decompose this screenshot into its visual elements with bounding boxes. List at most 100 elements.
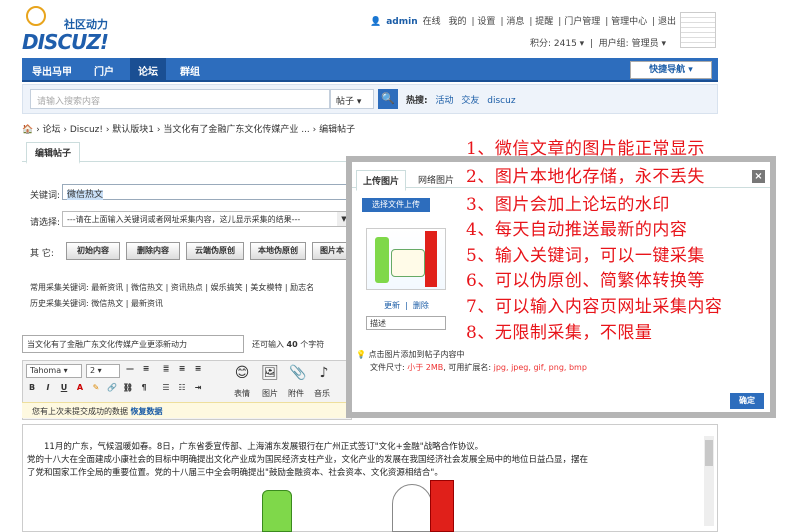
search-button[interactable]: 🔍: [378, 89, 398, 109]
emoji-icon[interactable]: 😊: [232, 365, 252, 385]
restore-notice: 您有上次未提交成功的数据 恢复数据: [22, 402, 352, 418]
messages-link[interactable]: 消息: [506, 17, 524, 27]
keyword-input[interactable]: 微信热文: [62, 184, 352, 200]
nav-item-group[interactable]: 群组: [180, 63, 200, 78]
list-icon[interactable]: ☰: [160, 383, 172, 395]
restore-link[interactable]: 恢复数据: [131, 407, 163, 416]
subject-input[interactable]: 当文化有了金融广东文化传媒产业更添新动力: [22, 335, 244, 353]
common-keyword-links[interactable]: 最新资讯 | 微信热文 | 资讯热点 | 娱乐搞笑 | 美女模特 | 励志名: [91, 283, 314, 292]
image-icon[interactable]: 🖼: [260, 365, 280, 385]
align-center-icon[interactable]: ≡: [176, 364, 188, 376]
search-icon: 🔍: [381, 92, 395, 105]
admin-center-link[interactable]: 管理中心: [611, 17, 647, 27]
char-count: 还可输入 40 个字符: [252, 340, 325, 349]
local-rewrite-button[interactable]: 本地伪原创: [250, 242, 306, 260]
hot-link[interactable]: 交友: [461, 96, 479, 106]
uploaded-image-thumbnail[interactable]: [366, 228, 446, 290]
image-actions: 更新 | 删除: [384, 301, 429, 310]
breadcrumb: 🏠 › 论坛 › Discuz! › 默认版块1 › 当文化有了金融广东文化传媒…: [22, 125, 356, 135]
search-scope-select[interactable]: 帖子 ▾: [330, 89, 374, 109]
hr-icon[interactable]: —: [124, 364, 136, 376]
history-keywords: 历史采集关键词: 微信热文 | 最新资讯: [30, 299, 164, 308]
home-icon[interactable]: 🏠: [22, 125, 33, 135]
reminders-link[interactable]: 提醒: [535, 17, 553, 27]
nav-item-portal[interactable]: 门户: [94, 63, 114, 78]
hot-search: 热搜: 活动 交友 discuz: [406, 96, 516, 106]
tab-edit-post[interactable]: 编辑帖子: [26, 142, 81, 164]
user-icon: 👤: [370, 17, 382, 27]
result-select[interactable]: ---请在上面输入关键词或者网址采集内容，这儿显示采集的结果--- ▼: [62, 211, 352, 227]
content-paragraph: 11月的广东，气候温暖如春。8日，广东省委宣传部、上海浦东发展银行在广州正式签订…: [44, 442, 484, 452]
align-justify-icon[interactable]: ≣: [160, 364, 172, 376]
cloud-rewrite-button[interactable]: 云端伪原创: [186, 242, 244, 260]
feature-line: 3、图片会加上论坛的水印: [466, 195, 670, 215]
format-icon[interactable]: ¶: [138, 383, 150, 395]
portal-admin-link[interactable]: 门户管理: [564, 17, 600, 27]
music-icon[interactable]: ♪: [314, 365, 334, 385]
align-right-icon[interactable]: ≡: [192, 364, 204, 376]
content-paragraph: 了党和国家工作全局的重要位置。党的十八届三中全会明确提出"鼓励金融资本、社会资本…: [27, 468, 443, 478]
link-icon[interactable]: 🔗: [106, 383, 118, 395]
unlink-icon[interactable]: ⛓: [122, 383, 134, 395]
image-label: 图片: [262, 389, 278, 398]
align-left-icon[interactable]: ≡: [140, 364, 152, 376]
logout-link[interactable]: 退出: [658, 17, 676, 27]
search-input[interactable]: 请输入搜索内容: [30, 89, 330, 109]
settings-link[interactable]: 设置: [477, 17, 495, 27]
usergroup-link[interactable]: 用户组: 管理员: [599, 39, 659, 49]
attachment-icon[interactable]: 📎: [288, 365, 308, 385]
mascot-white-image: [392, 484, 432, 532]
logo[interactable]: DISCUZ!: [22, 30, 109, 54]
delete-link[interactable]: 删除: [413, 301, 429, 310]
hot-link[interactable]: discuz: [487, 96, 515, 106]
bg-color-icon[interactable]: ✎: [90, 383, 102, 395]
other-label: 其 它:: [30, 249, 54, 259]
content-paragraph: 党的十八大在全面建成小康社会的目标中明确提出文化产业成为国民经济支柱产业，文化产…: [27, 455, 589, 465]
common-keywords: 常用采集关键词: 最新资讯 | 微信热文 | 资讯热点 | 娱乐搞笑 | 美女模…: [30, 283, 315, 292]
mascot-red-image: [430, 480, 454, 532]
hot-link[interactable]: 活动: [435, 96, 453, 106]
init-content-button[interactable]: 初始内容: [66, 242, 120, 260]
close-icon[interactable]: ×: [752, 170, 765, 183]
attachment-label: 附件: [288, 389, 304, 398]
ordered-list-icon[interactable]: ☷: [176, 383, 188, 395]
my-link[interactable]: 我的: [449, 17, 467, 27]
italic-icon[interactable]: I: [42, 383, 54, 395]
username-link[interactable]: admin: [386, 17, 417, 27]
feature-line: 4、每天自动推送最新的内容: [466, 220, 688, 240]
nav-item-export[interactable]: 导出马甲: [32, 63, 72, 78]
avatar[interactable]: [680, 12, 716, 48]
logo-bulb-icon: [26, 6, 46, 26]
font-select[interactable]: Tahoma ▾: [26, 364, 82, 378]
font-color-icon[interactable]: A: [74, 383, 86, 395]
size-select[interactable]: 2 ▾: [86, 364, 120, 378]
update-link[interactable]: 更新: [384, 301, 400, 310]
scrollbar[interactable]: [704, 436, 714, 526]
tab-upload-image[interactable]: 上传图片: [356, 170, 407, 191]
tab-web-image[interactable]: 网络图片: [412, 170, 460, 189]
upload-file-button[interactable]: 选择文件上传: [362, 198, 430, 212]
delete-content-button[interactable]: 删除内容: [126, 242, 180, 260]
music-label: 音乐: [314, 389, 330, 398]
user-stats: 积分: 2415 ▾ | 用户组: 管理员 ▾: [530, 39, 666, 49]
description-input[interactable]: 描述: [366, 316, 446, 330]
user-toolbar: 👤 admin 在线 我的 | 设置 | 消息 | 提醒 | 门户管理 | 管理中心 | 退出: [370, 17, 677, 27]
history-keyword-links[interactable]: 微信热文 | 最新资讯: [91, 299, 163, 308]
feature-line: 2、图片本地化存储，永不丢失: [466, 167, 705, 187]
feature-line: 6、可以伪原创、简繁体转换等: [466, 271, 705, 291]
main-nav: 导出马甲 门户 论坛 群组: [22, 58, 718, 82]
underline-icon[interactable]: U: [58, 383, 70, 395]
bold-icon[interactable]: B: [26, 383, 38, 395]
feature-line: 7、可以输入内容页网址采集内容: [466, 297, 723, 317]
file-limits: 文件尺寸: 小于 2MB, 可用扩展名: jpg, jpeg, gif, png…: [370, 363, 587, 372]
emoji-label: 表情: [234, 389, 250, 398]
points-link[interactable]: 积分: 2415: [530, 39, 577, 49]
indent-icon[interactable]: ⇥: [192, 383, 204, 395]
nav-item-forum[interactable]: 论坛: [130, 58, 166, 82]
ok-button[interactable]: 确定: [730, 393, 764, 409]
select-label: 请选择:: [30, 218, 61, 228]
bulb-icon: 💡: [356, 350, 366, 359]
dialog-tip: 💡 点击图片添加到帖子内容中: [356, 350, 465, 359]
quick-nav-button[interactable]: 快捷导航 ▾: [630, 61, 712, 79]
editor-content[interactable]: 11月的广东，气候温暖如春。8日，广东省委宣传部、上海浦东发展银行在广州正式签订…: [22, 424, 718, 532]
